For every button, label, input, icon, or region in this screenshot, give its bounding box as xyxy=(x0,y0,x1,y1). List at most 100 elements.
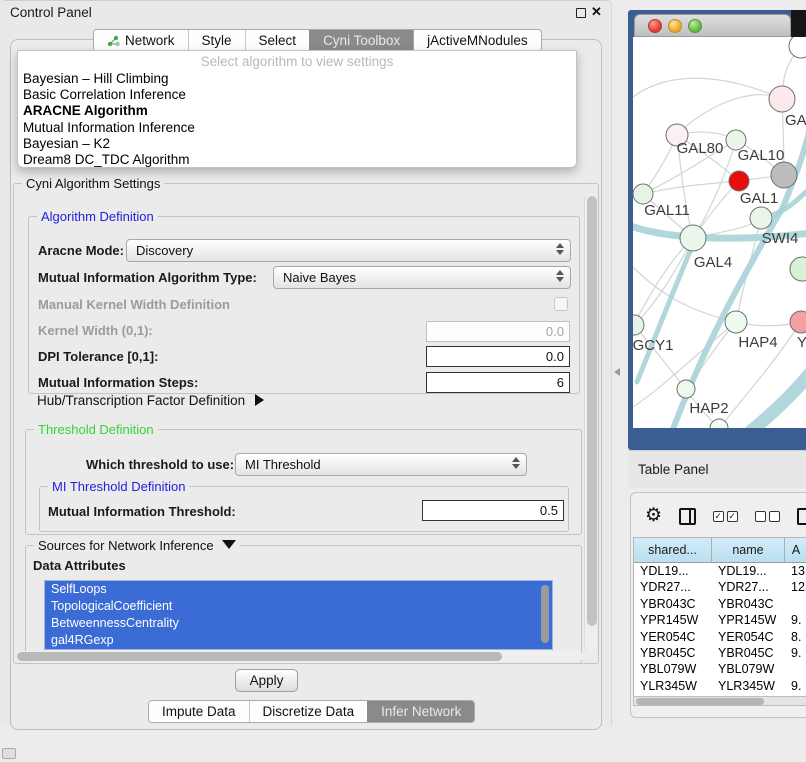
tab-impute-data[interactable]: Impute Data xyxy=(149,701,249,722)
manual-kernel-checkbox[interactable] xyxy=(554,297,568,311)
table-row[interactable]: YLR345WYLR345W9. xyxy=(634,678,806,694)
partial-table-icon[interactable] xyxy=(797,508,806,525)
algorithm-option-mutual-information-inference[interactable]: Mutual Information Inference xyxy=(18,120,576,136)
algorithm-option-bayesian-hill-climbing[interactable]: Bayesian – Hill Climbing xyxy=(18,71,576,87)
table-row[interactable]: YDL19...YDL19...13 xyxy=(634,563,806,579)
data-attributes-list[interactable]: SelfLoopsTopologicalCoefficientBetweenne… xyxy=(44,580,553,650)
attribute-item-selfloops[interactable]: SelfLoops xyxy=(45,581,552,598)
table-horizontal-scrollbar[interactable] xyxy=(633,696,806,706)
sources-title: Sources for Network Inference xyxy=(38,538,214,553)
gear-icon[interactable]: ⚙ xyxy=(645,506,662,526)
table-row[interactable]: YBL079WYBL079W xyxy=(634,661,806,677)
column-header-a[interactable]: A xyxy=(785,538,806,562)
dpi-tolerance-field[interactable] xyxy=(426,346,570,367)
hub-definition-toggle[interactable]: Hub/Transcription Factor Definition xyxy=(37,393,264,408)
algorithm-option-aracne-algorithm[interactable]: ARACNE Algorithm xyxy=(18,103,576,119)
apply-button[interactable]: Apply xyxy=(235,669,298,692)
network-node-y[interactable] xyxy=(790,311,806,333)
split-columns-icon[interactable] xyxy=(679,508,696,525)
node-label-gal11: GAL11 xyxy=(644,202,690,219)
mi-type-select[interactable]: Naive Bayes xyxy=(273,266,571,289)
algorithm-option-bayesian-k2[interactable]: Bayesian – K2 xyxy=(18,136,576,152)
node-table[interactable]: shared...nameA YDL19...YDL19...13YDR27..… xyxy=(633,537,806,703)
stepper-arrows-icon xyxy=(556,243,564,255)
tab-infer-network[interactable]: Infer Network xyxy=(367,701,474,722)
network-canvas[interactable]: GALGAL80GAL10GAL1GAL11SWI4GAL4GCY1HAP4YH… xyxy=(633,37,806,428)
tab-network[interactable]: Network xyxy=(94,30,188,51)
aracne-mode-select[interactable]: Discovery xyxy=(126,239,571,262)
table-horizontal-scrollbar-thumb[interactable] xyxy=(636,698,764,705)
data-attributes-label: Data Attributes xyxy=(33,558,126,573)
network-node-gal[interactable] xyxy=(769,86,795,112)
column-header-shared[interactable]: shared... xyxy=(634,538,712,562)
table-row[interactable]: YER054CYER054C8. xyxy=(634,629,806,645)
sources-title-toggle[interactable]: Sources for Network Inference xyxy=(34,538,240,553)
hub-definition-label: Hub/Transcription Factor Definition xyxy=(37,393,245,408)
attributes-list-scrollbar[interactable] xyxy=(541,585,549,643)
attribute-item-betweennesscentrality[interactable]: BetweennessCentrality xyxy=(45,615,552,632)
close-icon[interactable]: ✕ xyxy=(591,4,602,20)
column-header-name[interactable]: name xyxy=(712,538,785,562)
table-cell: YER054C xyxy=(634,629,712,645)
tab-label: Network xyxy=(125,33,175,48)
network-window-titlebar[interactable] xyxy=(634,14,791,37)
node-label-hap4: HAP4 xyxy=(738,334,777,351)
splitter-collapse-arrow[interactable] xyxy=(614,368,620,376)
settings-vertical-scrollbar-thumb[interactable] xyxy=(587,196,597,626)
zoom-green-icon[interactable] xyxy=(688,19,702,33)
which-threshold-select[interactable]: MI Threshold xyxy=(235,453,527,476)
table-cell: 13 xyxy=(785,563,806,579)
algorithm-option-basic-correlation-inference[interactable]: Basic Correlation Inference xyxy=(18,87,576,103)
mi-steps-field[interactable] xyxy=(426,372,570,393)
network-node-gal1[interactable] xyxy=(729,171,749,191)
mi-threshold-label: Mutual Information Threshold: xyxy=(48,504,236,519)
dpi-tolerance-label: DPI Tolerance [0,1]: xyxy=(38,349,158,364)
attribute-item-gal4rgexp[interactable]: gal4RGexp xyxy=(45,632,552,649)
table-row[interactable]: YBR045CYBR045C9. xyxy=(634,645,806,661)
tab-jactivemnodules[interactable]: jActiveMNodules xyxy=(413,30,541,51)
tab-select[interactable]: Select xyxy=(245,30,310,51)
float-icon[interactable] xyxy=(576,8,586,18)
mi-steps-label: Mutual Information Steps: xyxy=(38,375,198,390)
tab-style[interactable]: Style xyxy=(188,30,245,51)
minimize-yellow-icon[interactable] xyxy=(668,19,682,33)
unchecked-checkboxes-icon[interactable] xyxy=(755,511,780,522)
settings-horizontal-scrollbar-thumb[interactable] xyxy=(17,652,502,661)
network-node-hap4[interactable] xyxy=(725,311,747,333)
tab-label: Discretize Data xyxy=(263,704,355,719)
network-node[interactable] xyxy=(789,37,806,58)
attribute-item-topologicalcoefficient[interactable]: TopologicalCoefficient xyxy=(45,598,552,615)
network-node-gcy1[interactable] xyxy=(633,315,644,335)
table-row[interactable]: YBR043CYBR043C xyxy=(634,596,806,612)
tab-label: jActiveMNodules xyxy=(427,33,528,48)
algorithm-option-list: Bayesian – Hill ClimbingBasic Correlatio… xyxy=(18,71,576,168)
algorithm-dropdown[interactable]: Select algorithm to view settings Bayesi… xyxy=(17,50,577,168)
network-node[interactable] xyxy=(771,162,797,188)
table-row[interactable]: YPR145WYPR145W9. xyxy=(634,612,806,628)
network-node-swi4[interactable] xyxy=(750,207,772,229)
settings-horizontal-scrollbar[interactable] xyxy=(15,651,583,662)
table-cell: YBR045C xyxy=(712,645,785,661)
node-label-swi4: SWI4 xyxy=(762,230,799,247)
settings-vertical-scrollbar[interactable] xyxy=(584,193,597,651)
stepper-arrows-icon xyxy=(512,457,520,469)
network-node-gal4[interactable] xyxy=(680,225,706,251)
close-red-icon[interactable] xyxy=(648,19,662,33)
node-label-gcy1: GCY1 xyxy=(633,337,673,354)
checked-checkboxes-icon[interactable]: ✓✓ xyxy=(713,511,738,522)
mi-threshold-field[interactable] xyxy=(422,500,564,521)
network-node[interactable] xyxy=(790,257,806,281)
table-cell: YBL079W xyxy=(634,661,712,677)
algorithm-option-dream8-dc-tdc-algorithm[interactable]: Dream8 DC_TDC Algorithm xyxy=(18,152,576,168)
table-cell: YLR345W xyxy=(712,678,785,694)
tab-discretize-data[interactable]: Discretize Data xyxy=(249,701,368,722)
kernel-width-field[interactable] xyxy=(426,321,570,342)
network-node-gal11[interactable] xyxy=(633,184,653,204)
network-node-hap2[interactable] xyxy=(677,380,695,398)
bottom-left-widget[interactable] xyxy=(2,748,16,759)
tab-cyni-toolbox[interactable]: Cyni Toolbox xyxy=(309,30,413,51)
collapsed-arrow-icon xyxy=(255,394,264,406)
table-cell xyxy=(785,661,806,677)
table-row[interactable]: YDR27...YDR27...12 xyxy=(634,579,806,595)
mi-type-label: Mutual Information Algorithm Type: xyxy=(38,270,257,285)
